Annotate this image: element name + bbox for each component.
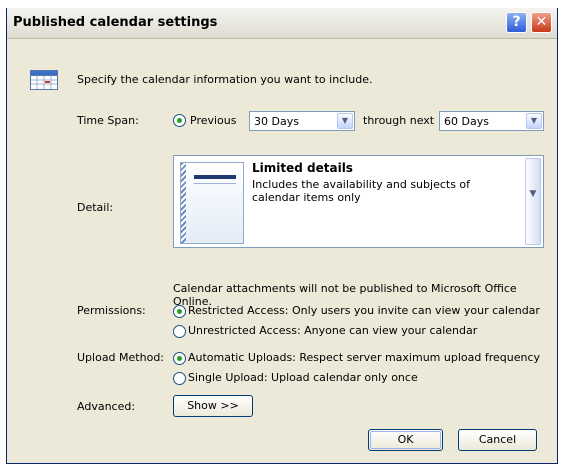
close-button[interactable]: ✕ bbox=[531, 12, 552, 33]
help-button[interactable]: ? bbox=[506, 12, 527, 33]
previous-days-value: 30 Days bbox=[254, 115, 299, 128]
unrestricted-access-radio[interactable] bbox=[173, 325, 186, 338]
limited-details-icon bbox=[180, 162, 244, 244]
through-next-label: through next bbox=[363, 114, 435, 127]
detail-label: Detail: bbox=[77, 201, 114, 214]
automatic-uploads-label: Automatic Uploads: Respect server maximu… bbox=[188, 351, 541, 364]
icon-line bbox=[194, 183, 236, 184]
automatic-uploads-radio[interactable] bbox=[173, 352, 186, 365]
icon-stripe bbox=[181, 163, 186, 243]
unrestricted-access-label: Unrestricted Access: Anyone can view you… bbox=[188, 324, 478, 337]
previous-radio[interactable] bbox=[173, 114, 186, 127]
show-advanced-button[interactable]: Show >> bbox=[173, 395, 253, 417]
close-icon: ✕ bbox=[535, 14, 548, 30]
single-upload-label: Single Upload: Upload calendar only once bbox=[188, 371, 418, 384]
chevron-down-icon[interactable]: ▼ bbox=[526, 113, 542, 129]
cancel-button[interactable]: Cancel bbox=[458, 429, 537, 451]
next-days-select[interactable]: 60 Days ▼ bbox=[439, 111, 544, 131]
dialog-title: Published calendar settings bbox=[13, 15, 218, 30]
restricted-access-radio[interactable] bbox=[173, 305, 186, 318]
calendar-icon bbox=[30, 70, 58, 90]
dialog-window: Published calendar settings ? ✕ Specify … bbox=[6, 8, 558, 464]
detail-title: Limited details bbox=[252, 161, 353, 175]
chevron-down-icon[interactable]: ▼ bbox=[525, 158, 541, 245]
detail-description: Includes the availability and subjects o… bbox=[252, 178, 471, 204]
permissions-label: Permissions: bbox=[77, 304, 146, 317]
help-icon: ? bbox=[512, 14, 521, 30]
previous-radio-label: Previous bbox=[190, 114, 237, 127]
single-upload-radio[interactable] bbox=[173, 372, 186, 385]
previous-days-select[interactable]: 30 Days ▼ bbox=[249, 111, 355, 131]
advanced-label: Advanced: bbox=[77, 400, 136, 413]
intro-text: Specify the calendar information you wan… bbox=[77, 73, 373, 86]
time-span-label: Time Span: bbox=[77, 114, 139, 127]
dialog-content: Specify the calendar information you wan… bbox=[7, 39, 557, 463]
upload-method-label: Upload Method: bbox=[77, 351, 165, 364]
next-days-value: 60 Days bbox=[444, 115, 489, 128]
title-bar[interactable]: Published calendar settings ? ✕ bbox=[7, 8, 557, 39]
detail-select[interactable]: Limited details Includes the availabilit… bbox=[173, 155, 544, 248]
ok-button[interactable]: OK bbox=[368, 429, 443, 451]
chevron-down-icon[interactable]: ▼ bbox=[337, 113, 353, 129]
restricted-access-label: Restricted Access: Only users you invite… bbox=[188, 304, 540, 317]
icon-bar bbox=[194, 175, 236, 179]
